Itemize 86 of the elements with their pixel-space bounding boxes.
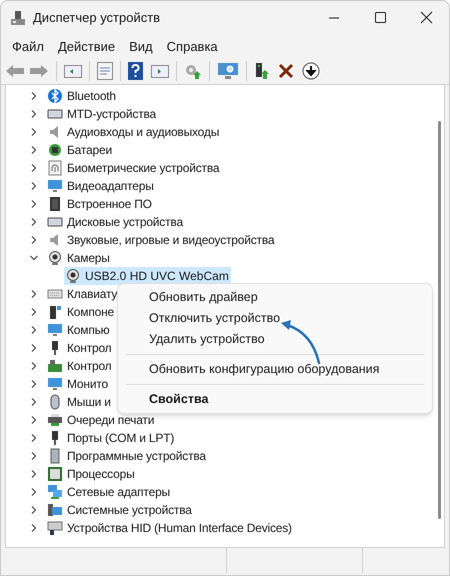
- computer-icon: [47, 502, 63, 518]
- chevron-right-icon[interactable]: [30, 326, 38, 334]
- gear-update-icon[interactable]: [184, 62, 202, 80]
- window-title: Диспетчер устройств: [33, 9, 160, 28]
- processor-icon: [47, 466, 63, 482]
- tree-item[interactable]: Компоне: [66, 303, 115, 321]
- tree-item[interactable]: Звуковые, игровые и видеоустройства: [66, 231, 276, 249]
- chevron-right-icon[interactable]: [30, 110, 38, 118]
- chevron-right-icon[interactable]: [30, 506, 38, 514]
- tree-item[interactable]: Порты (COM и LPT): [66, 429, 176, 447]
- tree-item[interactable]: Контрол: [66, 357, 112, 375]
- chevron-right-icon[interactable]: [30, 452, 38, 460]
- menu-item[interactable]: Свойства: [122, 389, 428, 410]
- chip-icon: [47, 196, 63, 212]
- monitor-icon: [47, 178, 63, 194]
- tree-item[interactable]: Встроенное ПО: [66, 195, 153, 213]
- chevron-right-icon[interactable]: [30, 182, 38, 190]
- menu-item[interactable]: Обновить конфигурацию оборудования: [122, 359, 428, 380]
- chevron-right-icon[interactable]: [30, 290, 38, 298]
- chevron-right-icon[interactable]: [30, 380, 38, 388]
- tree-item[interactable]: Мыши и: [66, 393, 112, 411]
- tree-item[interactable]: Компью: [66, 321, 110, 339]
- chevron-right-icon[interactable]: [30, 524, 38, 532]
- chevron-right-icon[interactable]: [30, 146, 38, 154]
- device-add-icon[interactable]: [254, 62, 270, 80]
- tree-item[interactable]: Программные устройства: [66, 447, 207, 465]
- menu-item[interactable]: Справка: [160, 35, 225, 58]
- tree-item[interactable]: Монито: [66, 375, 109, 393]
- tree-item[interactable]: Bluetooth: [66, 87, 117, 105]
- chevron-right-icon[interactable]: [30, 416, 38, 424]
- webcam-icon: [47, 250, 63, 266]
- chevron-right-icon[interactable]: [30, 200, 38, 208]
- properties-icon[interactable]: [97, 62, 113, 80]
- menu-item[interactable]: Обновить драйвер: [122, 287, 428, 308]
- tree-item[interactable]: Контрол: [66, 339, 112, 357]
- tree-item[interactable]: Видеоадаптеры: [66, 177, 155, 195]
- bluetooth-icon: [47, 88, 63, 104]
- printer-icon: [47, 412, 63, 428]
- chevron-right-icon[interactable]: [30, 236, 38, 244]
- network-icon: [47, 484, 63, 500]
- chevron-right-icon[interactable]: [30, 164, 38, 172]
- chevron-right-icon[interactable]: [30, 398, 38, 406]
- tree-item[interactable]: MTD-устройства: [66, 105, 158, 123]
- tree-item[interactable]: Процессоры: [66, 465, 136, 483]
- forward-arrow-icon[interactable]: [29, 63, 49, 79]
- app-icon: [10, 10, 26, 26]
- tree-item[interactable]: Устройства HID (Human Interface Devices): [66, 519, 293, 537]
- chevron-right-icon[interactable]: [30, 92, 38, 100]
- annotation-arrow: [279, 319, 321, 365]
- window-pane-icon[interactable]: [64, 63, 82, 79]
- tree-item[interactable]: Очереди печати: [66, 411, 156, 429]
- tree-item[interactable]: Аудиовходы и аудиовыходы: [66, 123, 220, 141]
- download-icon[interactable]: [302, 62, 320, 80]
- menu-item[interactable]: Вид: [122, 35, 160, 58]
- menu-item[interactable]: Действие: [50, 35, 122, 58]
- chevron-right-icon[interactable]: [30, 218, 38, 226]
- chevron-right-icon[interactable]: [30, 362, 38, 370]
- tree-item[interactable]: Биометрические устройства: [66, 159, 220, 177]
- fingerprint-icon: [47, 160, 63, 176]
- tower-icon: [47, 304, 63, 320]
- tree-item[interactable]: Батареи: [66, 141, 113, 159]
- chevron-right-icon[interactable]: [30, 344, 38, 352]
- delete-icon[interactable]: [278, 63, 294, 79]
- tree-item[interactable]: USB2.0 HD UVC WebCam: [64, 267, 231, 285]
- menu-item[interactable]: Удалить устройство: [122, 329, 428, 350]
- tree-item[interactable]: Клавиату: [66, 285, 118, 303]
- chevron-down-icon[interactable]: [30, 254, 38, 262]
- tree-item[interactable]: Системные устройства: [66, 501, 193, 519]
- chevron-right-icon[interactable]: [30, 488, 38, 496]
- monitor-icon: [47, 322, 63, 338]
- window-pane-icon[interactable]: [151, 63, 169, 79]
- menu-item[interactable]: Файл: [5, 35, 51, 58]
- monitor-icon: [47, 376, 63, 392]
- chevron-right-icon[interactable]: [30, 308, 38, 316]
- monitor-search-icon[interactable]: [217, 62, 239, 80]
- chevron-right-icon[interactable]: [30, 470, 38, 478]
- chevron-right-icon[interactable]: [30, 434, 38, 442]
- help-icon[interactable]: [128, 62, 143, 80]
- tree-item[interactable]: Камеры: [66, 249, 111, 267]
- tree-item[interactable]: Сетевые адаптеры: [66, 483, 171, 501]
- circuit-board-icon: [47, 358, 63, 374]
- chevron-right-icon[interactable]: [30, 128, 38, 136]
- tree-item[interactable]: Дисковые устройства: [66, 213, 184, 231]
- back-arrow-icon[interactable]: [5, 63, 25, 79]
- menu-item[interactable]: Отключить устройство: [122, 308, 428, 329]
- webcam-icon: [65, 268, 81, 284]
